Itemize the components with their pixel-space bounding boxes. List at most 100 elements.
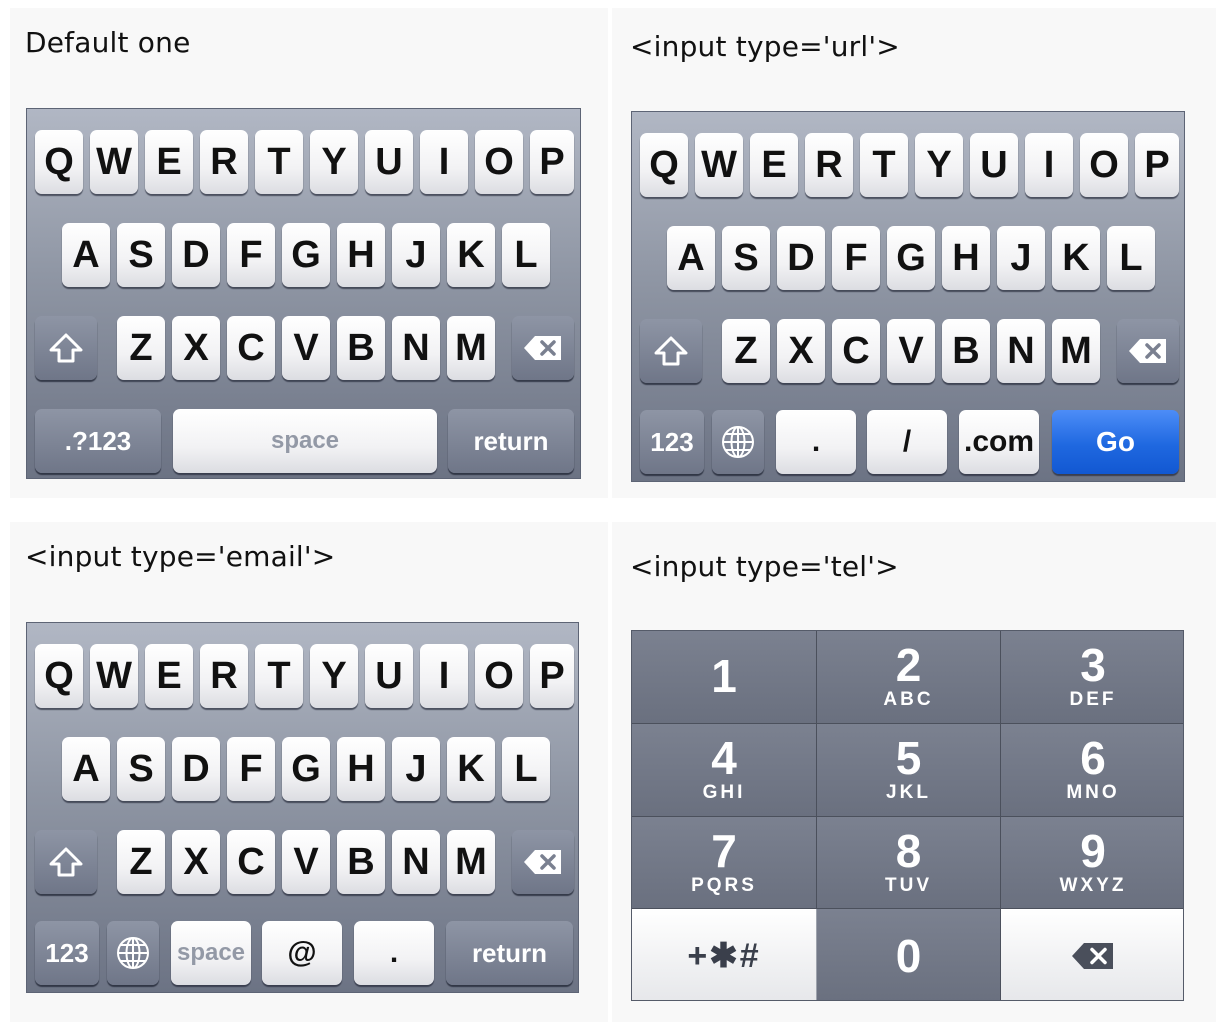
delete-key[interactable] [1117,319,1179,383]
key-r[interactable]: R [200,644,248,708]
tel-delete-key[interactable] [1001,909,1183,1000]
key-t[interactable]: T [255,644,303,708]
key-i[interactable]: I [420,644,468,708]
key-o[interactable]: O [1080,133,1128,197]
key-y[interactable]: Y [310,644,358,708]
key-o[interactable]: O [475,130,523,194]
tel-key-9[interactable]: 9 WXYZ [1001,817,1183,909]
key-n[interactable]: N [392,316,440,380]
key-f[interactable]: F [832,226,880,290]
tel-symbols-key[interactable]: +✱# [632,909,817,1000]
key-w[interactable]: W [695,133,743,197]
key-q[interactable]: Q [640,133,688,197]
key-h[interactable]: H [337,737,385,801]
key-c[interactable]: C [227,316,275,380]
key-u[interactable]: U [365,130,413,194]
key-f[interactable]: F [227,737,275,801]
numbers-key[interactable]: .?123 [35,409,161,473]
key-k[interactable]: K [447,737,495,801]
key-u[interactable]: U [365,644,413,708]
key-f[interactable]: F [227,223,275,287]
key-c[interactable]: C [227,830,275,894]
key-m[interactable]: M [447,830,495,894]
slash-key[interactable]: / [867,410,947,474]
key-l[interactable]: L [1107,226,1155,290]
key-q[interactable]: Q [35,130,83,194]
key-s[interactable]: S [117,223,165,287]
globe-key[interactable] [107,921,159,985]
key-g[interactable]: G [282,737,330,801]
key-g[interactable]: G [282,223,330,287]
key-p[interactable]: P [530,644,574,708]
tel-key-0[interactable]: 0 [817,909,1001,1000]
key-h[interactable]: H [337,223,385,287]
key-o[interactable]: O [475,644,523,708]
tel-key-3[interactable]: 3 DEF [1001,631,1183,724]
delete-key[interactable] [512,316,574,380]
key-x[interactable]: X [172,316,220,380]
key-e[interactable]: E [145,130,193,194]
key-b[interactable]: B [337,830,385,894]
key-x[interactable]: X [777,319,825,383]
key-z[interactable]: Z [117,316,165,380]
tel-key-1[interactable]: 1 [632,631,817,724]
space-key[interactable]: space [171,921,251,985]
key-h[interactable]: H [942,226,990,290]
tel-key-6[interactable]: 6 MNO [1001,724,1183,817]
numbers-key[interactable]: 123 [35,921,99,985]
go-button[interactable]: Go [1052,410,1179,474]
key-m[interactable]: M [1052,319,1100,383]
tel-key-5[interactable]: 5 JKL [817,724,1001,817]
key-r[interactable]: R [805,133,853,197]
key-z[interactable]: Z [722,319,770,383]
key-j[interactable]: J [392,737,440,801]
key-p[interactable]: P [1135,133,1179,197]
key-a[interactable]: A [62,223,110,287]
tel-key-7[interactable]: 7 PQRS [632,817,817,909]
key-i[interactable]: I [420,130,468,194]
tel-key-8[interactable]: 8 TUV [817,817,1001,909]
key-s[interactable]: S [117,737,165,801]
key-y[interactable]: Y [310,130,358,194]
key-k[interactable]: K [1052,226,1100,290]
key-m[interactable]: M [447,316,495,380]
globe-key[interactable] [712,410,764,474]
key-z[interactable]: Z [117,830,165,894]
shift-key[interactable] [35,830,97,894]
key-l[interactable]: L [502,737,550,801]
dotcom-key[interactable]: .com [959,410,1039,474]
key-y[interactable]: Y [915,133,963,197]
key-n[interactable]: N [392,830,440,894]
shift-key[interactable] [35,316,97,380]
key-b[interactable]: B [942,319,990,383]
key-k[interactable]: K [447,223,495,287]
key-j[interactable]: J [392,223,440,287]
key-v[interactable]: V [282,830,330,894]
return-key[interactable]: return [446,921,573,985]
key-u[interactable]: U [970,133,1018,197]
key-l[interactable]: L [502,223,550,287]
dot-key[interactable]: . [776,410,856,474]
return-key[interactable]: return [448,409,574,473]
key-w[interactable]: W [90,130,138,194]
tel-key-4[interactable]: 4 GHI [632,724,817,817]
key-x[interactable]: X [172,830,220,894]
key-n[interactable]: N [997,319,1045,383]
space-key[interactable]: space [173,409,437,473]
tel-key-2[interactable]: 2 ABC [817,631,1001,724]
key-v[interactable]: V [887,319,935,383]
key-r[interactable]: R [200,130,248,194]
key-e[interactable]: E [145,644,193,708]
numbers-key[interactable]: 123 [640,410,704,474]
key-j[interactable]: J [997,226,1045,290]
key-c[interactable]: C [832,319,880,383]
key-b[interactable]: B [337,316,385,380]
key-d[interactable]: D [777,226,825,290]
shift-key[interactable] [640,319,702,383]
key-t[interactable]: T [860,133,908,197]
key-p[interactable]: P [530,130,574,194]
key-a[interactable]: A [667,226,715,290]
key-w[interactable]: W [90,644,138,708]
key-g[interactable]: G [887,226,935,290]
key-v[interactable]: V [282,316,330,380]
